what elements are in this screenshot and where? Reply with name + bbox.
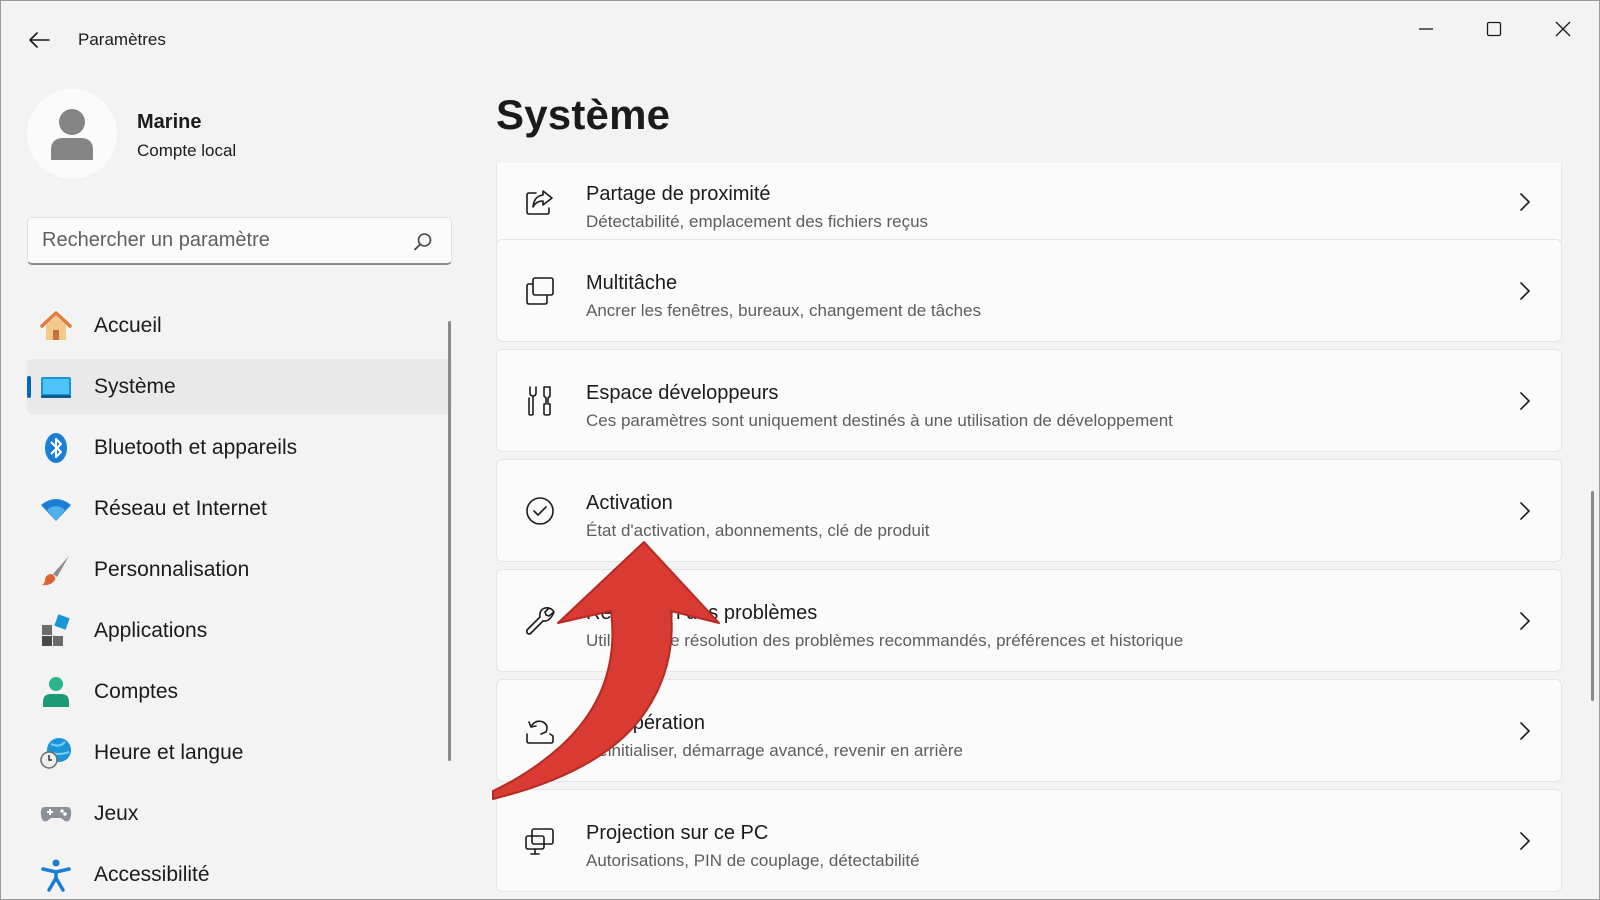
card-title: Activation [586, 492, 673, 514]
chevron-right-icon [1520, 502, 1530, 520]
app-title: Paramètres [78, 30, 166, 49]
card-title: Partage de proximité [586, 183, 771, 205]
card-description: État d'activation, abonnements, clé de p… [586, 521, 930, 540]
chevron-right-icon [1520, 282, 1530, 300]
chevron-right-icon [1520, 832, 1530, 850]
sidebar-item-label: Accueil [94, 313, 162, 337]
search-input[interactable] [42, 218, 392, 262]
card-description: Détectabilité, emplacement des fichiers … [586, 212, 929, 231]
card-activation[interactable]: Activation État d'activation, abonnement… [496, 459, 1562, 562]
sidebar-item-label: Applications [94, 618, 208, 642]
card-description: Réinitialiser, démarrage avancé, revenir… [586, 741, 964, 760]
chevron-right-icon [1520, 612, 1530, 630]
card-description: Autorisations, PIN de couplage, détectab… [586, 851, 920, 870]
sidebar-item-systeme[interactable]: Système [27, 359, 452, 414]
account-type: Compte local [137, 141, 237, 160]
chevron-right-icon [1520, 392, 1530, 410]
sidebar-item-label: Personnalisation [94, 557, 250, 581]
sidebar-item-label: Réseau et Internet [94, 496, 267, 520]
sidebar-item-accueil[interactable]: Accueil [27, 298, 452, 353]
share-icon [523, 185, 557, 219]
gamepad-icon [39, 797, 73, 831]
sidebar-item-label: Système [94, 374, 176, 398]
sidebar-item-applications[interactable]: Applications [27, 603, 452, 658]
home-icon [39, 309, 73, 343]
sidebar-item-heure-langue[interactable]: Heure et langue [27, 725, 452, 780]
card-title: Projection sur ce PC [586, 822, 769, 844]
maximize-icon [1486, 21, 1502, 37]
card-description: Ancrer les fenêtres, bureaux, changement… [586, 301, 982, 320]
wifi-icon [39, 492, 73, 526]
sidebar-item-label: Bluetooth et appareils [94, 435, 298, 459]
sidebar-item-label: Comptes [94, 679, 179, 703]
card-title: Espace développeurs [586, 382, 779, 404]
minimize-button[interactable] [1396, 7, 1456, 51]
developer-tools-icon [523, 384, 557, 418]
chevron-right-icon [1520, 722, 1530, 740]
sidebar-item-personnalisation[interactable]: Personnalisation [27, 542, 452, 597]
avatar [27, 89, 117, 179]
accessibility-icon [39, 858, 73, 892]
account-icon [39, 675, 73, 709]
recovery-icon [523, 714, 557, 748]
sidebar-nav: Accueil Système Bluetooth et appareils R… [27, 298, 452, 899]
minimize-icon [1419, 28, 1433, 30]
card-resolution-problemes[interactable]: Résolution des problèmes Utilitaires de … [496, 569, 1562, 672]
brush-icon [39, 553, 73, 587]
main-scrollbar[interactable] [1591, 491, 1594, 701]
apps-icon [39, 614, 73, 648]
card-espace-developpeurs[interactable]: Espace développeurs Ces paramètres sont … [496, 349, 1562, 452]
card-projection[interactable]: Projection sur ce PC Autorisations, PIN … [496, 789, 1562, 892]
settings-window: Paramètres Marine Compte local Recherche… [0, 0, 1600, 900]
sidebar-item-comptes[interactable]: Comptes [27, 664, 452, 719]
back-arrow-icon [29, 32, 50, 48]
card-recuperation[interactable]: Récupération Réinitialiser, démarrage av… [496, 679, 1562, 782]
sidebar-item-label: Accessibilité [94, 862, 210, 886]
title-bar: Paramètres [1, 1, 1599, 77]
multitask-icon [523, 274, 557, 308]
sidebar-item-bluetooth[interactable]: Bluetooth et appareils [27, 420, 452, 475]
wrench-icon [523, 604, 557, 638]
card-title: Résolution des problèmes [586, 602, 818, 624]
close-button[interactable] [1533, 7, 1593, 51]
bluetooth-icon [39, 431, 73, 465]
back-button[interactable] [21, 23, 57, 57]
sidebar-item-accessibilite[interactable]: Accessibilité [27, 847, 452, 899]
search-box[interactable] [27, 217, 452, 265]
user-name: Marine [137, 111, 202, 133]
close-icon [1555, 21, 1571, 37]
sidebar-item-jeux[interactable]: Jeux [27, 786, 452, 841]
card-description: Ces paramètres sont uniquement destinés … [586, 411, 1173, 430]
maximize-button[interactable] [1464, 7, 1524, 51]
system-icon [39, 370, 73, 404]
sidebar-scrollbar[interactable] [448, 321, 451, 761]
globe-clock-icon [39, 736, 73, 770]
chevron-right-icon [1520, 193, 1530, 211]
sidebar-item-reseau[interactable]: Réseau et Internet [27, 481, 452, 536]
settings-list: Partage de proximité Détectabilité, empl… [496, 163, 1562, 899]
card-description: Utilitaires de résolution des problèmes … [586, 631, 1184, 650]
card-multitache[interactable]: Multitâche Ancrer les fenêtres, bureaux,… [496, 239, 1562, 342]
page-title: Système [496, 91, 671, 138]
projection-icon [523, 824, 557, 858]
sidebar-item-label: Jeux [94, 801, 139, 825]
check-circle-icon [523, 494, 557, 528]
sidebar-item-label: Heure et langue [94, 740, 244, 764]
search-icon[interactable] [412, 231, 434, 253]
card-title: Multitâche [586, 272, 678, 294]
user-silhouette-icon [51, 109, 93, 160]
card-title: Récupération [586, 712, 705, 734]
